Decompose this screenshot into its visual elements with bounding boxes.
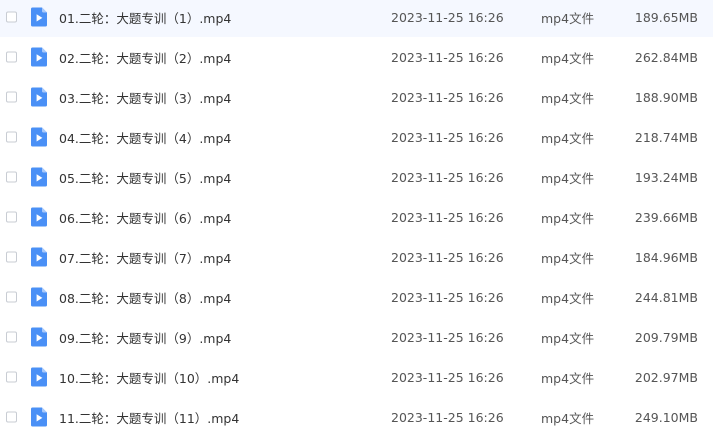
file-row[interactable]: 05.二轮：大题专训（5）.mp4 2023-11-25 16:26 mp4文件… [0,157,713,197]
select-checkbox[interactable] [6,411,17,423]
file-date: 2023-11-25 16:26 [391,49,504,65]
file-type: mp4文件 [541,10,595,26]
select-checkbox[interactable] [6,251,17,263]
video-file-icon [31,87,47,107]
file-type: mp4文件 [541,210,595,226]
file-row[interactable]: 07.二轮：大题专训（7）.mp4 2023-11-25 16:26 mp4文件… [0,237,713,277]
video-file-icon [31,47,47,67]
file-name[interactable]: 06.二轮：大题专训（6）.mp4 [59,208,231,227]
file-row[interactable]: 10.二轮：大题专训（10）.mp4 2023-11-25 16:26 mp4文… [0,357,713,397]
file-row[interactable]: 03.二轮：大题专训（3）.mp4 2023-11-25 16:26 mp4文件… [0,77,713,117]
video-file-icon [31,407,47,427]
file-name[interactable]: 04.二轮：大题专训（4）.mp4 [59,128,231,147]
file-type: mp4文件 [541,410,595,426]
select-checkbox[interactable] [6,171,17,183]
select-checkbox[interactable] [6,51,17,63]
file-row[interactable]: 08.二轮：大题专训（8）.mp4 2023-11-25 16:26 mp4文件… [0,277,713,317]
file-type: mp4文件 [541,290,595,306]
file-date: 2023-11-25 16:26 [391,89,504,105]
file-date: 2023-11-25 16:26 [391,169,504,185]
file-row[interactable]: 06.二轮：大题专训（6）.mp4 2023-11-25 16:26 mp4文件… [0,197,713,237]
file-size: 218.74MB [634,129,698,145]
file-size: 239.66MB [634,209,698,225]
file-name[interactable]: 02.二轮：大题专训（2）.mp4 [59,48,231,67]
select-checkbox[interactable] [6,371,17,383]
file-type: mp4文件 [541,130,595,146]
file-date: 2023-11-25 16:26 [391,9,504,25]
file-name[interactable]: 01.二轮：大题专训（1）.mp4 [59,8,231,27]
file-size: 184.96MB [634,249,698,265]
file-name[interactable]: 09.二轮：大题专训（9）.mp4 [59,328,231,347]
video-file-icon [31,327,47,347]
file-name[interactable]: 03.二轮：大题专训（3）.mp4 [59,88,231,107]
file-size: 193.24MB [634,169,698,185]
file-row[interactable]: 09.二轮：大题专训（9）.mp4 2023-11-25 16:26 mp4文件… [0,317,713,357]
video-file-icon [31,7,47,27]
file-name[interactable]: 07.二轮：大题专训（7）.mp4 [59,248,231,267]
file-date: 2023-11-25 16:26 [391,129,504,145]
file-name[interactable]: 08.二轮：大题专训（8）.mp4 [59,288,231,307]
file-date: 2023-11-25 16:26 [391,249,504,265]
file-size: 244.81MB [634,289,698,305]
video-file-icon [31,367,47,387]
select-checkbox[interactable] [6,11,17,23]
file-list: 01.二轮：大题专训（1）.mp4 2023-11-25 16:26 mp4文件… [0,0,713,428]
file-type: mp4文件 [541,370,595,386]
select-checkbox[interactable] [6,91,17,103]
file-size: 262.84MB [634,49,698,65]
file-type: mp4文件 [541,250,595,266]
file-row[interactable]: 11.二轮：大题专训（11）.mp4 2023-11-25 16:26 mp4文… [0,397,713,437]
file-date: 2023-11-25 16:26 [391,209,504,225]
file-name[interactable]: 11.二轮：大题专训（11）.mp4 [59,408,239,427]
file-name[interactable]: 05.二轮：大题专训（5）.mp4 [59,168,231,187]
file-type: mp4文件 [541,90,595,106]
file-size: 249.10MB [634,409,698,425]
video-file-icon [31,167,47,187]
file-date: 2023-11-25 16:26 [391,329,504,345]
file-row[interactable]: 02.二轮：大题专训（2）.mp4 2023-11-25 16:26 mp4文件… [0,37,713,77]
file-row[interactable]: 04.二轮：大题专训（4）.mp4 2023-11-25 16:26 mp4文件… [0,117,713,157]
file-size: 209.79MB [634,329,698,345]
file-date: 2023-11-25 16:26 [391,409,504,425]
file-name[interactable]: 10.二轮：大题专训（10）.mp4 [59,368,239,387]
file-size: 189.65MB [634,9,698,25]
file-type: mp4文件 [541,170,595,186]
file-size: 202.97MB [634,369,698,385]
select-checkbox[interactable] [6,331,17,343]
file-size: 188.90MB [634,89,698,105]
file-date: 2023-11-25 16:26 [391,289,504,305]
video-file-icon [31,207,47,227]
file-date: 2023-11-25 16:26 [391,369,504,385]
video-file-icon [31,127,47,147]
select-checkbox[interactable] [6,131,17,143]
file-type: mp4文件 [541,330,595,346]
select-checkbox[interactable] [6,211,17,223]
file-type: mp4文件 [541,50,595,66]
file-row[interactable]: 01.二轮：大题专训（1）.mp4 2023-11-25 16:26 mp4文件… [0,0,713,37]
video-file-icon [31,247,47,267]
video-file-icon [31,287,47,307]
select-checkbox[interactable] [6,291,17,303]
